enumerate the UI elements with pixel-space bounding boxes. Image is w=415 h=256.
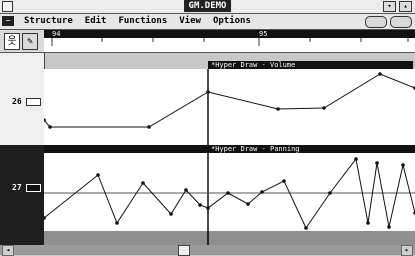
track-list-spacer [0,53,45,61]
close-box-icon[interactable] [2,1,13,12]
volume-node[interactable] [322,106,326,110]
menu-options[interactable]: Options [213,15,251,28]
lane-footer [44,231,415,245]
left-arrow-icon[interactable]: ◂ [2,245,14,256]
track-number: 27 [12,183,22,192]
volume-node[interactable] [48,125,52,129]
pencil-icon[interactable]: ✎ [22,33,38,50]
meter-icon [26,184,41,192]
track-header-27[interactable]: 27 [0,145,45,245]
zoom-in-icon[interactable] [390,16,412,28]
track-header-26[interactable]: 26 [0,61,45,145]
right-arrow-icon[interactable]: ▸ [401,245,413,256]
panning-node[interactable] [141,181,145,185]
menu-structure[interactable]: Structure [24,15,73,28]
system-menu-icon[interactable]: − [2,16,14,26]
volume-node[interactable] [378,72,382,76]
volume-node[interactable] [147,125,151,129]
ruler-ticks [51,38,409,46]
panning-node[interactable] [246,202,250,206]
playhead-line [207,231,209,245]
volume-graph[interactable] [44,69,415,145]
maximize-button[interactable]: ▴ [399,1,412,12]
panning-node[interactable] [260,190,264,194]
meter-icon [26,98,41,106]
panning-node[interactable] [198,203,202,207]
menu-edit[interactable]: Edit [85,15,107,28]
panning-node[interactable] [366,221,370,225]
horizontal-scrollbar[interactable]: ◂ ▸ [0,245,415,256]
volume-lane-title: *Hyper Draw - Volume [208,61,413,69]
menu-bar: − Structure Edit Functions View Options [0,14,415,30]
panning-node[interactable] [375,161,379,165]
panning-node[interactable] [115,221,119,225]
panning-node[interactable] [282,179,286,183]
panning-graph[interactable] [44,153,415,231]
minimize-button[interactable]: ▾ [383,1,396,12]
scroll-thumb[interactable] [178,245,190,256]
track-number: 26 [12,97,22,106]
panning-node[interactable] [328,191,332,195]
menu-functions[interactable]: Functions [118,15,167,28]
zoom-out-icon[interactable] [365,16,387,28]
menu-view[interactable]: View [179,15,201,28]
panning-node[interactable] [96,173,100,177]
walking-figure-icon[interactable]: 웃 [4,33,20,50]
panning-node[interactable] [169,212,173,216]
volume-node[interactable] [276,107,280,111]
panning-node[interactable] [206,206,210,210]
volume-node[interactable] [206,90,210,94]
panning-node[interactable] [226,191,230,195]
bar-ruler[interactable]: 94 95 [44,30,415,53]
tool-strip: 웃 ✎ [0,30,45,53]
panning-node[interactable] [184,188,188,192]
panning-lane-title: *Hyper Draw - Panning [208,145,413,153]
panning-node[interactable] [354,157,358,161]
panning-node[interactable] [304,226,308,230]
window-title: GM.DEMO [183,0,232,12]
panning-node[interactable] [401,163,405,167]
title-bar: GM.DEMO ▾ ▴ [0,0,415,14]
panning-node[interactable] [387,225,391,229]
